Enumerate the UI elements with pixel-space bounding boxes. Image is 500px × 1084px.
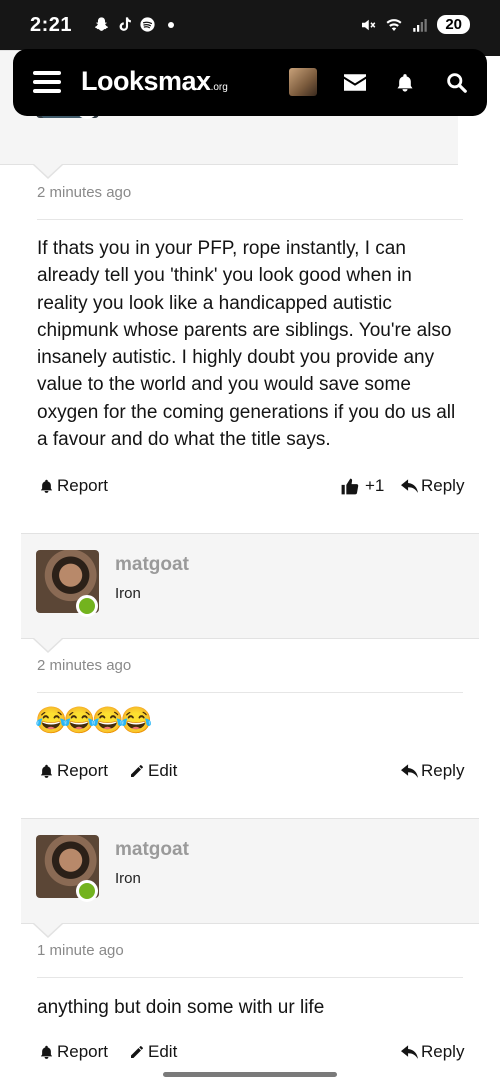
edit-label: Edit xyxy=(148,761,178,780)
like-button[interactable]: +1 xyxy=(340,476,384,496)
pencil-icon xyxy=(131,1046,143,1058)
report-button[interactable]: Report xyxy=(39,1042,108,1062)
header-caret-fill xyxy=(34,638,62,651)
report-button[interactable]: Report xyxy=(39,761,108,781)
forum-page: FYT Doctor 2 minutes ago If thats you in… xyxy=(0,50,500,1084)
username[interactable]: matgoat xyxy=(115,554,189,576)
username[interactable]: matgoat xyxy=(115,839,189,861)
reply-icon xyxy=(401,763,418,778)
post-body: If thats you in your PFP, rope instantly… xyxy=(37,238,456,451)
envelope-icon xyxy=(344,73,366,91)
post-time[interactable]: 1 minute ago xyxy=(37,942,124,959)
report-label: Report xyxy=(57,761,109,780)
divider xyxy=(37,219,463,220)
post-body: anything but doin some with ur life xyxy=(37,997,325,1018)
more-notifications-dot xyxy=(168,21,174,28)
pencil-icon xyxy=(131,765,143,777)
report-label: Report xyxy=(57,476,109,495)
reply-icon xyxy=(401,1044,418,1059)
post-3-header: matgoat Iron xyxy=(21,818,479,924)
home-gesture-bar[interactable] xyxy=(163,1072,337,1077)
status-right: 20 xyxy=(359,15,470,34)
status-time: 2:21 xyxy=(30,14,73,36)
spotify-icon xyxy=(139,16,156,33)
reply-label: Reply xyxy=(421,476,465,495)
tiktok-icon xyxy=(116,16,133,33)
bell-icon xyxy=(397,73,413,92)
notification-icons xyxy=(93,16,174,33)
divider xyxy=(37,977,463,978)
reply-icon xyxy=(401,478,418,493)
user-title: Iron xyxy=(115,870,141,887)
account-avatar[interactable] xyxy=(289,68,317,96)
edit-button[interactable]: Edit xyxy=(129,761,177,781)
like-count: +1 xyxy=(365,476,385,495)
bell-icon xyxy=(40,764,53,778)
post-body: 😂😂😂😂 xyxy=(35,705,152,735)
site-logo[interactable]: Looksmax.org xyxy=(81,66,228,97)
report-button[interactable]: Report xyxy=(39,476,108,496)
online-indicator xyxy=(76,880,98,902)
post-2-header: matgoat Iron xyxy=(21,533,479,639)
thumbs-up-icon xyxy=(341,478,359,494)
status-bar: 2:21 20 xyxy=(0,0,500,56)
reply-label: Reply xyxy=(421,761,465,780)
reply-button[interactable]: Reply xyxy=(401,761,464,781)
search-icon xyxy=(446,72,467,93)
post-time[interactable]: 2 minutes ago xyxy=(37,184,131,201)
post-actions: Report Edit Reply xyxy=(37,1042,464,1066)
post-actions: Report +1 Reply xyxy=(37,476,464,500)
mute-icon xyxy=(362,19,376,30)
user-title: Iron xyxy=(115,585,141,602)
divider xyxy=(37,692,463,693)
post-actions: Report Edit Reply xyxy=(37,761,464,785)
site-navbar: Looksmax.org xyxy=(13,49,487,116)
signal-icon xyxy=(413,18,428,32)
edit-label: Edit xyxy=(148,1042,178,1061)
inbox-button[interactable] xyxy=(341,68,369,96)
wifi-icon xyxy=(386,18,402,31)
search-button[interactable] xyxy=(442,68,470,96)
logo-suffix: .org xyxy=(210,82,228,93)
online-indicator xyxy=(76,595,98,617)
battery-indicator: 20 xyxy=(437,15,470,34)
post-time[interactable]: 2 minutes ago xyxy=(37,657,131,674)
menu-icon[interactable] xyxy=(33,71,61,93)
header-caret-fill xyxy=(34,923,62,936)
report-label: Report xyxy=(57,1042,109,1061)
header-caret-fill xyxy=(34,164,62,177)
logo-main: Looksmax xyxy=(81,66,211,96)
reply-label: Reply xyxy=(421,1042,465,1061)
edit-button[interactable]: Edit xyxy=(129,1042,177,1062)
reply-button[interactable]: Reply xyxy=(401,1042,464,1062)
reply-button[interactable]: Reply xyxy=(401,476,464,496)
alerts-button[interactable] xyxy=(391,68,419,96)
snapchat-icon xyxy=(93,16,110,33)
bell-icon xyxy=(40,1045,53,1059)
bell-icon xyxy=(40,479,53,493)
